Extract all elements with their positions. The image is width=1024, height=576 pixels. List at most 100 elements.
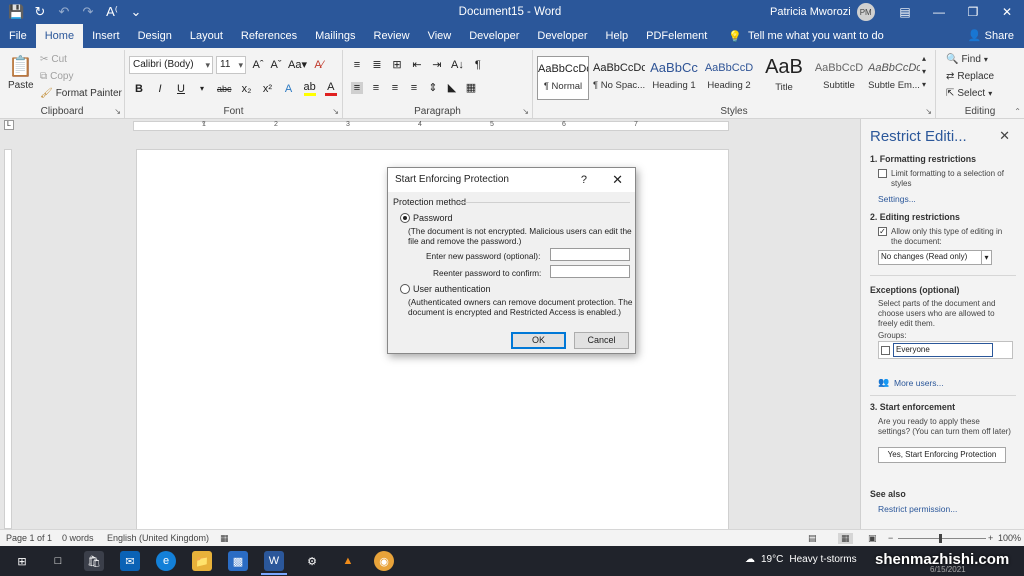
styles-scroll[interactable]: ▴ ▾ ▾ bbox=[922, 54, 926, 89]
zoom-out-icon[interactable]: − bbox=[888, 533, 893, 543]
start-enforcing-button[interactable]: Yes, Start Enforcing Protection bbox=[878, 447, 1006, 463]
macro-record-icon[interactable]: ▦ bbox=[220, 533, 229, 544]
style-heading-2[interactable]: AaBbCcD Heading 2 bbox=[703, 56, 755, 100]
font-launcher-icon[interactable]: ↘ bbox=[332, 107, 339, 116]
font-color-icon[interactable]: A bbox=[324, 81, 337, 96]
shrink-font-icon[interactable]: Aˇ bbox=[270, 59, 282, 71]
underline-dropdown-icon[interactable]: ▾ bbox=[196, 84, 208, 93]
user-authentication-radio[interactable] bbox=[400, 284, 410, 294]
bullets-icon[interactable]: ≡ bbox=[351, 59, 363, 71]
tab-insert[interactable]: Insert bbox=[83, 24, 129, 48]
tab-selector-icon[interactable]: L bbox=[4, 120, 14, 130]
cancel-button[interactable]: Cancel bbox=[574, 332, 629, 349]
shading-icon[interactable]: ◣ bbox=[446, 81, 458, 94]
scroll-up-icon[interactable]: ▴ bbox=[922, 54, 926, 63]
close-icon[interactable]: ✕ bbox=[999, 128, 1010, 144]
reenter-password-input[interactable] bbox=[550, 265, 630, 278]
format-painter-button[interactable]: 🖌 Format Painter bbox=[40, 88, 122, 99]
close-icon[interactable]: ✕ bbox=[990, 5, 1024, 19]
vlc-icon[interactable]: ▲ bbox=[338, 551, 358, 571]
increase-indent-icon[interactable]: ⇥ bbox=[431, 58, 443, 71]
mail-icon[interactable]: ✉ bbox=[120, 551, 140, 571]
collapse-ribbon-icon[interactable]: ⌃ bbox=[1014, 107, 1021, 116]
zoom-in-icon[interactable]: + bbox=[988, 533, 993, 543]
clock-date[interactable]: 6/15/2021 bbox=[930, 565, 966, 574]
tab-home[interactable]: Home bbox=[35, 24, 84, 48]
multilevel-list-icon[interactable]: ⊞ bbox=[391, 58, 403, 71]
paragraph-launcher-icon[interactable]: ↘ bbox=[522, 107, 529, 116]
tell-me-box[interactable]: 💡 Tell me what you want to do bbox=[716, 24, 883, 48]
limit-formatting-checkbox[interactable] bbox=[878, 169, 887, 178]
settings-link[interactable]: Settings... bbox=[878, 194, 916, 204]
justify-icon[interactable]: ≡ bbox=[408, 82, 420, 94]
customize-toolbar-icon[interactable]: ⌄ bbox=[128, 4, 144, 20]
editing-type-select[interactable]: No changes (Read only) bbox=[878, 250, 992, 265]
cut-button[interactable]: ✂ Cut bbox=[40, 54, 67, 65]
language-indicator[interactable]: English (United Kingdom) bbox=[107, 533, 209, 543]
horizontal-ruler[interactable]: 1 2 3 4 5 6 7 ▿ bbox=[133, 119, 729, 131]
text-effects-icon[interactable]: A bbox=[283, 83, 295, 95]
close-icon[interactable]: ✕ bbox=[612, 168, 623, 192]
web-layout-icon[interactable]: ▣ bbox=[868, 533, 877, 544]
tab-developer[interactable]: Developer bbox=[460, 24, 528, 48]
clear-formatting-icon[interactable]: A⁄ bbox=[313, 59, 325, 71]
new-password-input[interactable] bbox=[550, 248, 630, 261]
zoom-slider[interactable] bbox=[898, 538, 986, 539]
allow-editing-checkbox[interactable]: ✓ bbox=[878, 227, 887, 236]
font-name-combo[interactable]: Calibri (Body) bbox=[129, 56, 213, 74]
tab-pdfelement[interactable]: PDFelement bbox=[637, 24, 716, 48]
everyone-checkbox[interactable] bbox=[881, 346, 890, 355]
styles-launcher-icon[interactable]: ↘ bbox=[925, 107, 932, 116]
tab-review[interactable]: Review bbox=[365, 24, 419, 48]
align-left-icon[interactable]: ≡ bbox=[351, 81, 363, 94]
scroll-down-icon[interactable]: ▾ bbox=[922, 67, 926, 76]
borders-icon[interactable]: ▦ bbox=[465, 81, 477, 94]
decrease-indent-icon[interactable]: ⇤ bbox=[411, 58, 423, 71]
settings-gear-icon[interactable]: ⚙ bbox=[302, 551, 322, 571]
zoom-slider-thumb[interactable] bbox=[939, 534, 942, 543]
style-subtitle[interactable]: AaBbCcD Subtitle bbox=[813, 56, 865, 100]
file-explorer-icon[interactable]: 📁 bbox=[192, 551, 212, 571]
page-count[interactable]: Page 1 of 1 bbox=[6, 533, 52, 543]
chrome-icon[interactable]: ◉ bbox=[374, 551, 394, 571]
tab-view[interactable]: View bbox=[419, 24, 461, 48]
undo-icon[interactable]: ↶ bbox=[56, 4, 72, 20]
share-button[interactable]: 👤 Share bbox=[968, 24, 1014, 48]
replace-button[interactable]: ⇄ Replace bbox=[946, 71, 994, 82]
change-case-icon[interactable]: Aa▾ bbox=[288, 58, 307, 71]
copy-button[interactable]: ⧉ Copy bbox=[40, 71, 74, 82]
paste-button[interactable]: 📋 Paste bbox=[8, 54, 34, 91]
tab-design[interactable]: Design bbox=[129, 24, 181, 48]
numbering-icon[interactable]: ≣ bbox=[371, 58, 383, 71]
more-users-link[interactable]: More users... bbox=[894, 378, 944, 388]
style-normal[interactable]: AaBbCcDc ¶ Normal bbox=[537, 56, 589, 100]
superscript-icon[interactable]: x² bbox=[262, 83, 274, 95]
style-title[interactable]: AaB Title bbox=[758, 56, 810, 100]
subscript-icon[interactable]: x₂ bbox=[241, 83, 253, 95]
avatar[interactable]: PM bbox=[856, 3, 875, 21]
bold-icon[interactable]: B bbox=[133, 83, 145, 95]
redo-icon[interactable]: ↷ bbox=[80, 4, 96, 20]
password-radio[interactable] bbox=[400, 213, 410, 223]
indent-marker-icon[interactable]: ▿ bbox=[202, 119, 206, 127]
font-size-icon[interactable]: A⁽ bbox=[104, 4, 120, 20]
clipboard-launcher-icon[interactable]: ↘ bbox=[114, 107, 121, 116]
tab-developer-2[interactable]: Developer bbox=[528, 24, 596, 48]
user-account[interactable]: Patricia Mworozi PM bbox=[770, 3, 875, 21]
italic-icon[interactable]: I bbox=[154, 83, 166, 95]
ok-button[interactable]: OK bbox=[511, 332, 566, 349]
underline-icon[interactable]: U bbox=[175, 83, 187, 95]
edge-icon[interactable]: e bbox=[156, 551, 176, 571]
password-option-label[interactable]: Password bbox=[413, 213, 453, 223]
style-no-spacing[interactable]: AaBbCcDc ¶ No Spac... bbox=[593, 56, 645, 100]
line-spacing-icon[interactable]: ⇕ bbox=[427, 81, 439, 94]
more-styles-icon[interactable]: ▾ bbox=[922, 80, 926, 89]
grow-font-icon[interactable]: Aˆ bbox=[252, 59, 264, 71]
app-icon[interactable]: ▩ bbox=[228, 551, 248, 571]
word-icon[interactable]: W bbox=[264, 551, 284, 571]
select-button[interactable]: ⇱ Select ▾ bbox=[946, 88, 992, 99]
autosave-icon[interactable]: ↻ bbox=[32, 4, 48, 20]
tab-layout[interactable]: Layout bbox=[181, 24, 232, 48]
restrict-permission-link[interactable]: Restrict permission... bbox=[878, 504, 957, 514]
find-button[interactable]: 🔍 Find ▾ bbox=[946, 54, 988, 65]
